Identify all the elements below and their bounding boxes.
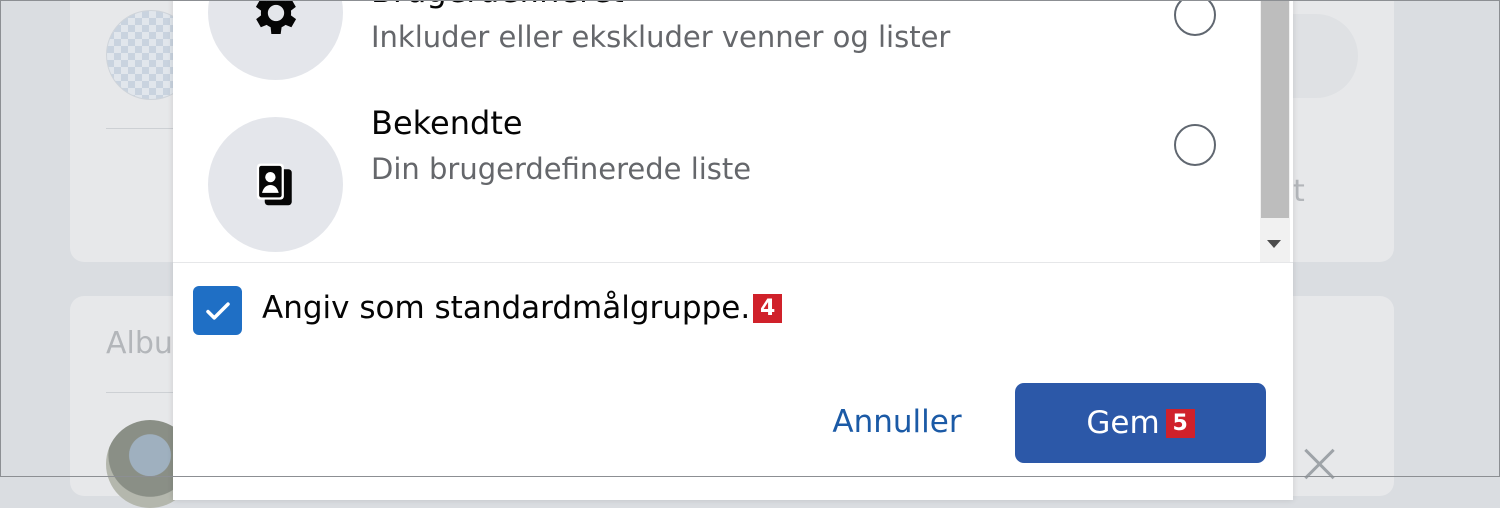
- audience-options-list: Brugerdefineret Inkluder eller ekskluder…: [173, 0, 1293, 262]
- step-badge: 4: [753, 293, 783, 323]
- audience-option-acquaintances[interactable]: Bekendte Din brugerdefinerede liste: [173, 104, 1253, 262]
- checkmark-icon: [205, 301, 230, 320]
- scrollbar-thumb[interactable]: [1261, 0, 1289, 218]
- save-button[interactable]: Gem 5: [1015, 383, 1266, 463]
- background-albums-label: Albu: [106, 326, 173, 361]
- cancel-button[interactable]: Annuller: [813, 382, 981, 462]
- footer-divider: [173, 262, 1293, 263]
- option-title: Bekendte: [371, 104, 523, 142]
- default-audience-label: Angiv som standardmålgruppe. 4: [262, 290, 783, 326]
- audience-option-custom[interactable]: Brugerdefineret Inkluder eller ekskluder…: [173, 0, 1253, 130]
- contact-cards-icon: [256, 163, 292, 205]
- default-audience-text: Angiv som standardmålgruppe.: [262, 290, 751, 326]
- cancel-button-label: Annuller: [832, 404, 962, 440]
- close-icon: [1300, 444, 1340, 484]
- audience-dialog: Brugerdefineret Inkluder eller ekskluder…: [173, 0, 1293, 500]
- contact-cards-icon-circle: [208, 117, 343, 252]
- save-button-label: Gem: [1086, 405, 1160, 441]
- gear-icon-circle: [208, 0, 343, 80]
- option-title: Brugerdefineret: [371, 0, 624, 10]
- gear-icon: [255, 0, 296, 34]
- option-radio[interactable]: [1174, 124, 1216, 166]
- scroll-down-arrow-icon[interactable]: [1267, 240, 1281, 248]
- option-subtitle: Din brugerdefinerede liste: [371, 152, 752, 186]
- step-badge: 5: [1165, 408, 1195, 438]
- option-radio[interactable]: [1174, 0, 1216, 36]
- option-subtitle: Inkluder eller ekskluder venner og liste…: [371, 20, 951, 54]
- default-audience-checkbox[interactable]: [193, 286, 242, 335]
- background-text-fragment: t: [1293, 174, 1305, 209]
